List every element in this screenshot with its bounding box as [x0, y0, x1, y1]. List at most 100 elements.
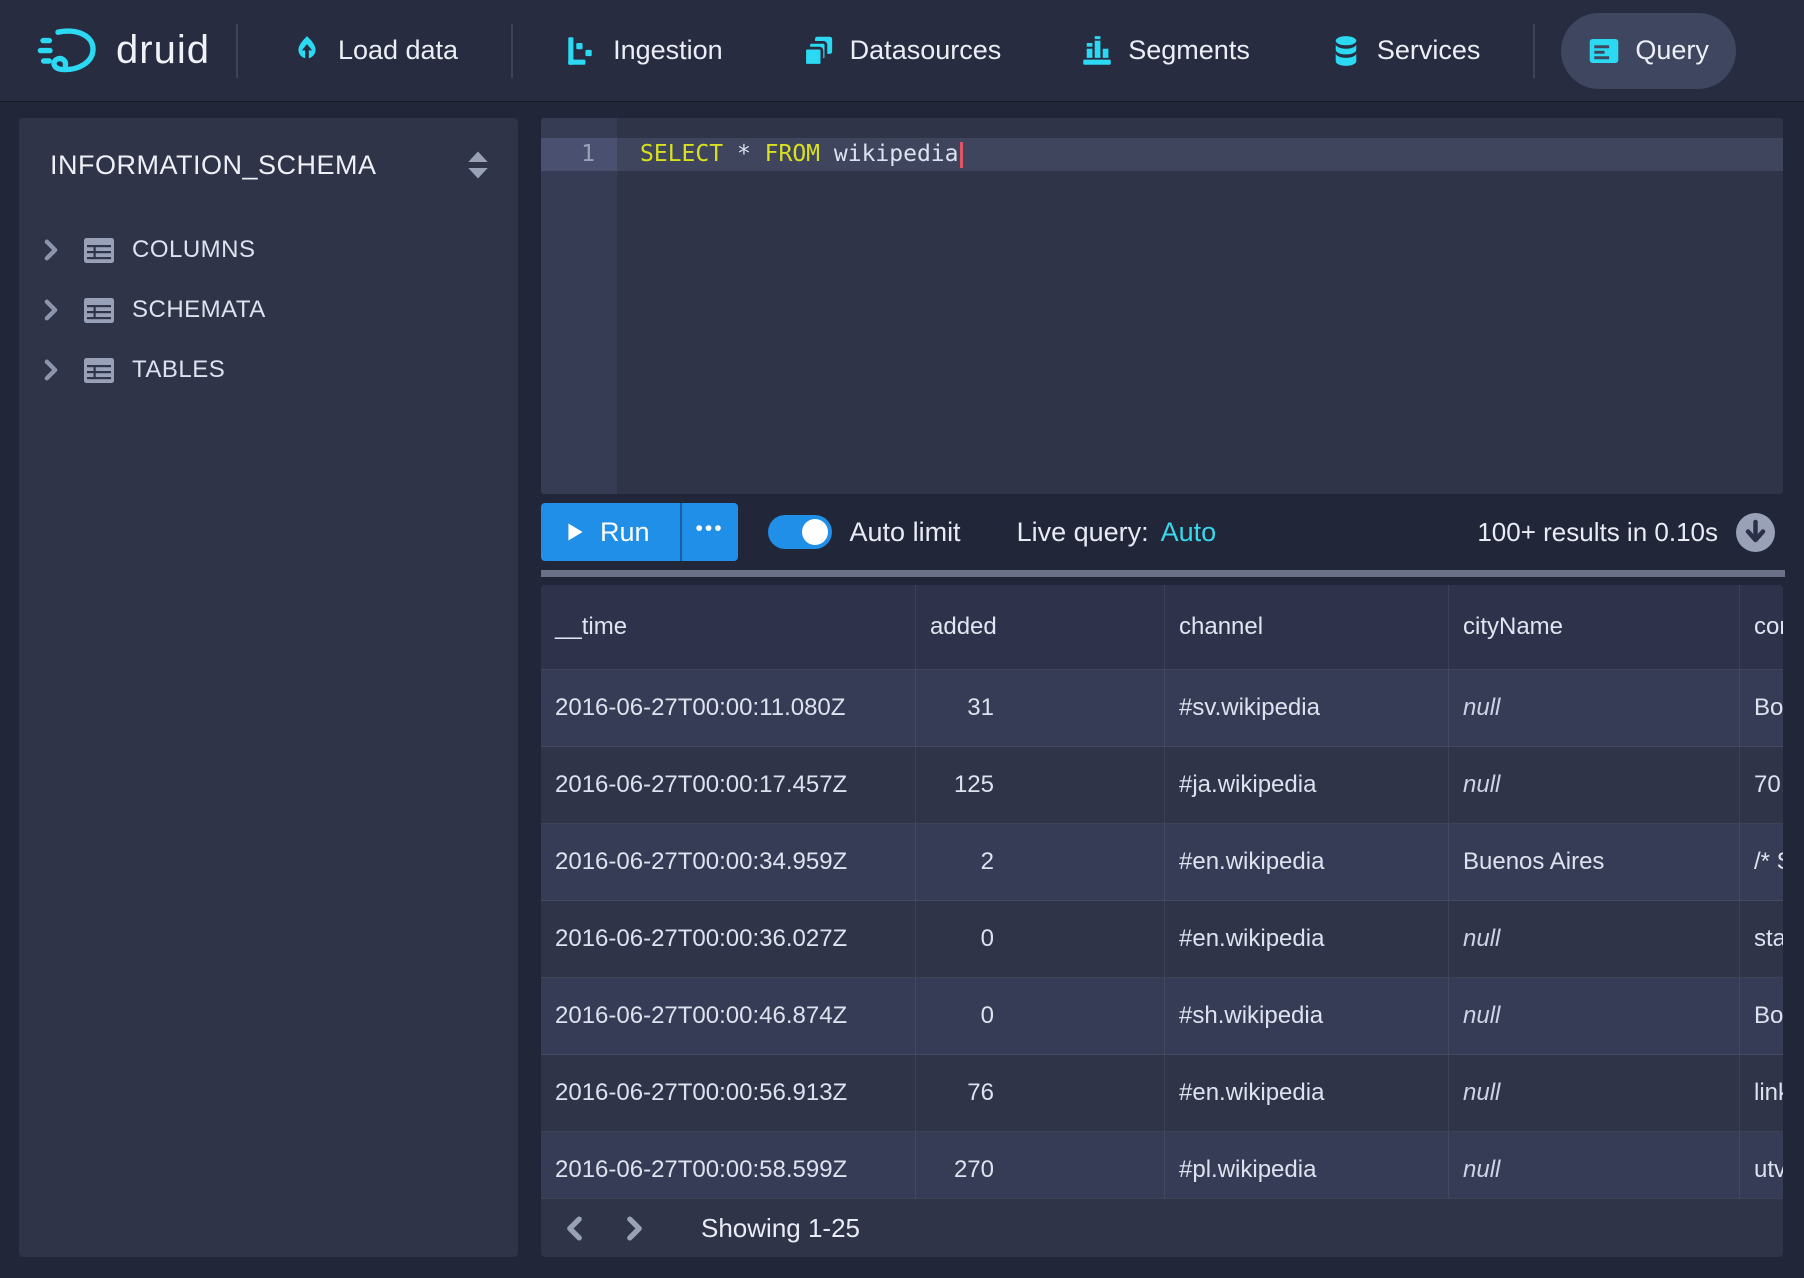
auto-limit-toggle[interactable] [768, 515, 832, 549]
nav-item-segments[interactable]: Segments [1054, 13, 1277, 89]
nav-item-label: Segments [1128, 35, 1250, 66]
run-bar: Run ••• Auto limit Live query: Auto 100+… [541, 494, 1783, 570]
run-split-button: Run ••• [541, 503, 738, 561]
results-table: __time added channel cityName comment 20… [541, 585, 1783, 1257]
table-row: 2016-06-27T00:00:17.457Z 125 #ja.wikiped… [541, 747, 1783, 824]
line-number: 1 [541, 138, 617, 171]
live-query-label: Live query: [1017, 517, 1149, 548]
nav-item-services[interactable]: Services [1303, 13, 1508, 89]
segments-icon [1081, 35, 1113, 67]
results-table-header: __time added channel cityName comment [541, 585, 1783, 670]
cell-time[interactable]: 2016-06-27T00:00:34.959Z [541, 824, 916, 900]
table-row: 2016-06-27T00:00:56.913Z 76 #en.wikipedi… [541, 1055, 1783, 1132]
chevron-right-icon[interactable] [43, 239, 63, 261]
sql-editor[interactable]: 1 SELECT * FROM wikipedia [541, 118, 1783, 494]
nav-item-label: Query [1635, 35, 1709, 66]
cell-cityname[interactable]: Buenos Aires [1449, 824, 1740, 900]
pager-next-button[interactable] [611, 1205, 657, 1251]
cell-added[interactable]: 31 [916, 670, 1165, 746]
cell-time[interactable]: 2016-06-27T00:00:46.874Z [541, 978, 916, 1054]
cell-time[interactable]: 2016-06-27T00:00:36.027Z [541, 901, 916, 977]
run-button-label: Run [600, 517, 650, 548]
cell-channel[interactable]: #en.wikipedia [1165, 824, 1449, 900]
column-header-time[interactable]: __time [541, 585, 916, 669]
cell-comment[interactable]: 70. [1740, 747, 1783, 823]
cell-channel[interactable]: #sv.wikipedia [1165, 670, 1449, 746]
nav-item-datasources[interactable]: Datasources [776, 13, 1029, 89]
cell-time[interactable]: 2016-06-27T00:00:17.457Z [541, 747, 916, 823]
results-footer: Showing 1-25 [541, 1198, 1783, 1257]
cell-channel[interactable]: #sh.wikipedia [1165, 978, 1449, 1054]
cell-cityname[interactable]: null [1449, 901, 1740, 977]
column-header-added[interactable]: added [916, 585, 1165, 669]
play-icon [567, 522, 584, 542]
download-icon [1735, 512, 1776, 553]
nav-item-label: Services [1377, 35, 1481, 66]
sort-schema-button[interactable] [462, 146, 494, 184]
cell-added[interactable]: 270 [916, 1132, 1165, 1208]
nav-item-query[interactable]: Query [1561, 13, 1736, 89]
datasources-icon [803, 35, 835, 67]
cell-cityname[interactable]: null [1449, 1055, 1740, 1131]
schema-panel-header: INFORMATION_SCHEMA [19, 118, 518, 194]
column-header-channel[interactable]: channel [1165, 585, 1449, 669]
tree-item-schemata[interactable]: SCHEMATA [19, 280, 518, 340]
cell-cityname[interactable]: null [1449, 670, 1740, 746]
column-header-comment[interactable]: comment [1740, 585, 1783, 669]
nav-item-label: Datasources [850, 35, 1002, 66]
cell-comment[interactable]: /* S [1740, 824, 1783, 900]
navbar-divider [511, 24, 513, 78]
resize-divider[interactable] [541, 570, 1785, 577]
editor-gutter [541, 118, 617, 494]
cell-comment[interactable]: utv [1740, 1132, 1783, 1208]
nav-item-ingestion[interactable]: Ingestion [539, 13, 750, 89]
cell-time[interactable]: 2016-06-27T00:00:56.913Z [541, 1055, 916, 1131]
cell-cityname[interactable]: null [1449, 978, 1740, 1054]
chevron-right-icon[interactable] [43, 299, 63, 321]
cell-comment[interactable]: Bot [1740, 670, 1783, 746]
sql-keyword: FROM [765, 141, 820, 167]
cell-channel[interactable]: #en.wikipedia [1165, 901, 1449, 977]
more-options-button[interactable]: ••• [680, 503, 738, 561]
cell-comment[interactable]: sta [1740, 901, 1783, 977]
download-results-button[interactable] [1735, 512, 1776, 553]
cell-channel[interactable]: #en.wikipedia [1165, 1055, 1449, 1131]
table-icon [83, 237, 115, 264]
double-caret-vertical-icon [466, 150, 490, 180]
column-header-cityname[interactable]: cityName [1449, 585, 1740, 669]
cell-comment[interactable]: link [1740, 1055, 1783, 1131]
cell-added[interactable]: 0 [916, 978, 1165, 1054]
table-row: 2016-06-27T00:00:11.080Z 31 #sv.wikipedi… [541, 670, 1783, 747]
schema-tree: COLUMNS SCHEMATA [19, 220, 518, 400]
cell-added[interactable]: 2 [916, 824, 1165, 900]
live-query-value[interactable]: Auto [1161, 517, 1217, 548]
chevron-right-icon[interactable] [43, 359, 63, 381]
tree-item-tables[interactable]: TABLES [19, 340, 518, 400]
cell-time[interactable]: 2016-06-27T00:00:58.599Z [541, 1132, 916, 1208]
run-button[interactable]: Run [541, 503, 680, 561]
cell-cityname[interactable]: null [1449, 1132, 1740, 1208]
sql-text: * [723, 141, 765, 167]
sql-code-line[interactable]: SELECT * FROM wikipedia [640, 138, 963, 171]
results-count: 100+ results in 0.10s [1477, 517, 1718, 548]
chevron-left-icon [566, 1216, 583, 1241]
table-icon [83, 297, 115, 324]
cell-added[interactable]: 125 [916, 747, 1165, 823]
cell-time[interactable]: 2016-06-27T00:00:11.080Z [541, 670, 916, 746]
nav-items: Load data Ingestion Da [264, 0, 1507, 101]
tree-item-columns[interactable]: COLUMNS [19, 220, 518, 280]
cell-added[interactable]: 0 [916, 901, 1165, 977]
nav-item-load-data[interactable]: Load data [264, 13, 485, 89]
cell-channel[interactable]: #ja.wikipedia [1165, 747, 1449, 823]
auto-limit-label: Auto limit [850, 517, 961, 548]
navbar-divider [1533, 24, 1535, 78]
cell-cityname[interactable]: null [1449, 747, 1740, 823]
toggle-knob [802, 519, 828, 545]
pager-prev-button[interactable] [551, 1205, 597, 1251]
cell-comment[interactable]: Bot [1740, 978, 1783, 1054]
cell-channel[interactable]: #pl.wikipedia [1165, 1132, 1449, 1208]
navbar: druid Load data Ingestion [0, 0, 1804, 101]
live-query: Live query: Auto [1017, 517, 1217, 548]
cell-added[interactable]: 76 [916, 1055, 1165, 1131]
sql-keyword: SELECT [640, 141, 723, 167]
